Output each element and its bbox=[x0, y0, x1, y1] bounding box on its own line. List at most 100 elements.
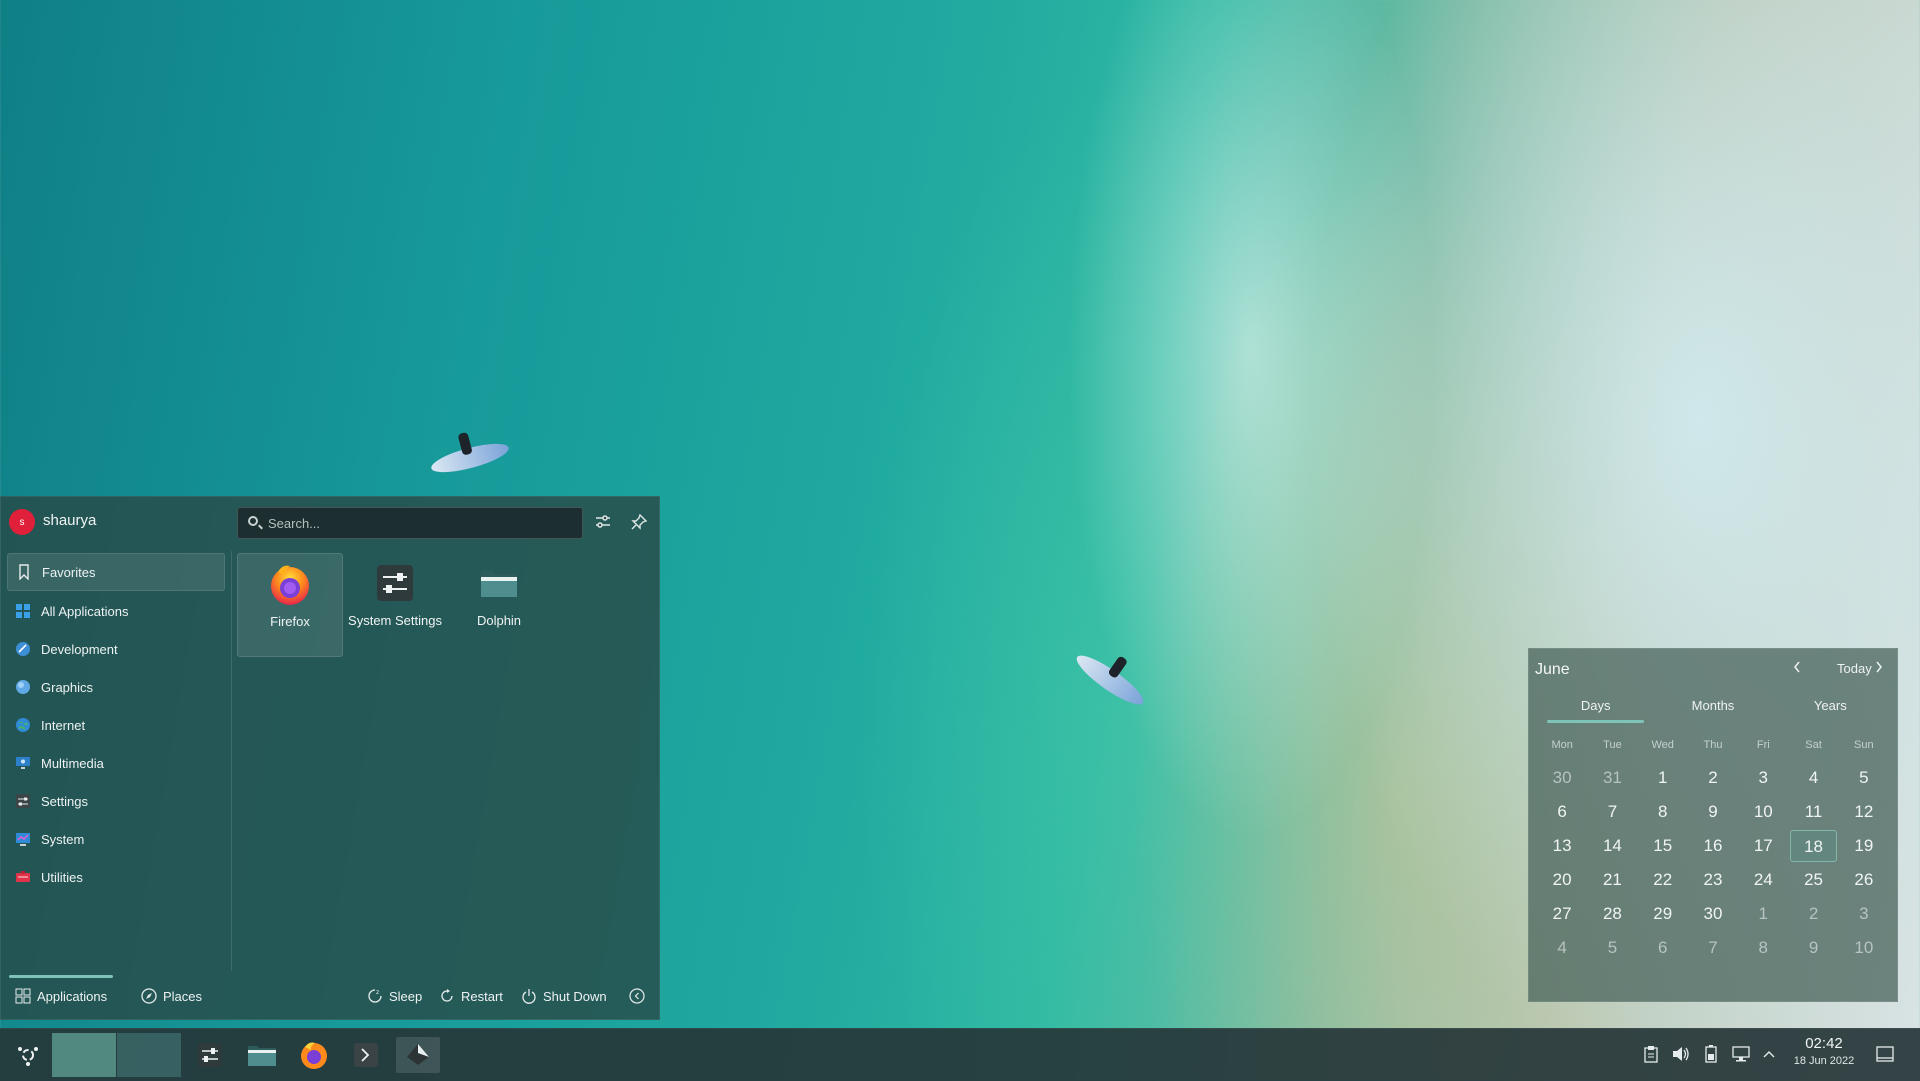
calendar-day[interactable]: 14 bbox=[1589, 830, 1635, 862]
category-settings[interactable]: Settings bbox=[7, 783, 225, 819]
task-dolphin[interactable] bbox=[240, 1037, 284, 1073]
svg-text:z: z bbox=[376, 989, 379, 996]
app-firefox[interactable]: Firefox bbox=[237, 553, 343, 657]
previous-month-button[interactable] bbox=[1791, 659, 1803, 678]
calendar-day[interactable]: 9 bbox=[1690, 796, 1736, 828]
calendar-day[interactable]: 31 bbox=[1589, 762, 1635, 794]
task-system-settings[interactable] bbox=[188, 1037, 232, 1073]
calendar-day[interactable]: 1 bbox=[1740, 898, 1786, 930]
restart-icon bbox=[441, 989, 453, 1002]
weekday-label: Fri bbox=[1756, 739, 1770, 751]
category-development[interactable]: Development bbox=[7, 631, 225, 667]
calendar-day[interactable]: 6 bbox=[1640, 932, 1686, 964]
calendar-day[interactable]: 7 bbox=[1690, 932, 1736, 964]
tray-battery[interactable] bbox=[1700, 1043, 1722, 1065]
calendar-day[interactable]: 9 bbox=[1790, 932, 1836, 964]
calendar-day[interactable]: 25 bbox=[1790, 864, 1836, 896]
volume-icon bbox=[1673, 1047, 1689, 1061]
search-icon bbox=[248, 516, 258, 526]
calendar-day[interactable]: 20 bbox=[1539, 864, 1585, 896]
calendar-day[interactable]: 8 bbox=[1640, 796, 1686, 828]
kde-logo-icon bbox=[18, 1047, 38, 1066]
app-dolphin[interactable]: Dolphin bbox=[447, 553, 551, 655]
calendar-day[interactable]: 13 bbox=[1539, 830, 1585, 862]
calendar-day[interactable]: 11 bbox=[1790, 796, 1836, 828]
calendar-day[interactable]: 4 bbox=[1790, 762, 1836, 794]
calendar-day[interactable]: 2 bbox=[1690, 762, 1736, 794]
calendar-day[interactable]: 28 bbox=[1589, 898, 1635, 930]
calendar-day[interactable]: 30 bbox=[1690, 898, 1736, 930]
task-active-app[interactable] bbox=[396, 1037, 440, 1073]
calendar-day[interactable]: 30 bbox=[1539, 762, 1585, 794]
pin-button[interactable] bbox=[625, 509, 653, 535]
sleep-button[interactable]: z Sleep bbox=[367, 983, 422, 1009]
today-button[interactable]: Today bbox=[1837, 661, 1872, 676]
tab-days[interactable]: Days bbox=[1537, 693, 1654, 723]
application-launcher: s shaurya Favorites Al bbox=[0, 496, 660, 1020]
calendar-day[interactable]: 3 bbox=[1740, 762, 1786, 794]
category-utilities[interactable]: Utilities bbox=[7, 859, 225, 895]
calendar-day[interactable]: 10 bbox=[1740, 796, 1786, 828]
clipboard-icon bbox=[1644, 1046, 1658, 1063]
category-internet[interactable]: Internet bbox=[7, 707, 225, 743]
calendar-day[interactable]: 5 bbox=[1589, 932, 1635, 964]
task-terminal[interactable] bbox=[344, 1037, 388, 1073]
tab-months[interactable]: Months bbox=[1654, 693, 1771, 721]
calendar-day-today[interactable]: 18 bbox=[1790, 830, 1837, 862]
tray-network[interactable] bbox=[1730, 1043, 1752, 1065]
calendar-day[interactable]: 23 bbox=[1690, 864, 1736, 896]
virtual-desktop-1[interactable] bbox=[52, 1033, 116, 1077]
calendar-day[interactable]: 7 bbox=[1589, 796, 1635, 828]
calendar-day[interactable]: 1 bbox=[1640, 762, 1686, 794]
calendar-day[interactable]: 24 bbox=[1740, 864, 1786, 896]
calendar-tabs: Days Months Years bbox=[1537, 693, 1889, 723]
calendar-day[interactable]: 8 bbox=[1740, 932, 1786, 964]
task-firefox[interactable] bbox=[292, 1037, 336, 1073]
calendar-day[interactable]: 2 bbox=[1790, 898, 1836, 930]
launcher-button[interactable] bbox=[6, 1037, 50, 1073]
calendar-popup: June Today Days Months Years Mon Tue Wed Th… bbox=[1528, 648, 1898, 1002]
category-all-applications[interactable]: All Applications bbox=[7, 593, 225, 629]
restart-button[interactable]: Restart bbox=[439, 983, 503, 1009]
leave-more-button[interactable] bbox=[629, 983, 651, 1009]
tray-clipboard[interactable] bbox=[1640, 1043, 1662, 1065]
search-box[interactable] bbox=[237, 507, 583, 539]
calendar-day[interactable]: 15 bbox=[1640, 830, 1686, 862]
category-multimedia[interactable]: Multimedia bbox=[7, 745, 225, 781]
calendar-day[interactable]: 17 bbox=[1740, 830, 1786, 862]
tab-places[interactable]: Places bbox=[141, 983, 202, 1009]
tray-volume[interactable] bbox=[1670, 1043, 1692, 1065]
calendar-day[interactable]: 6 bbox=[1539, 796, 1585, 828]
tab-years[interactable]: Years bbox=[1772, 693, 1889, 721]
taskbar: 02:42 18 Jun 2022 bbox=[0, 1028, 1920, 1081]
tab-applications[interactable]: Applications bbox=[15, 983, 107, 1009]
app-system-settings[interactable]: System Settings bbox=[343, 553, 447, 655]
next-month-button[interactable] bbox=[1873, 659, 1885, 678]
calendar-day[interactable]: 16 bbox=[1690, 830, 1736, 862]
calendar-day[interactable]: 5 bbox=[1841, 762, 1887, 794]
configure-button[interactable] bbox=[589, 509, 617, 535]
battery-icon bbox=[1705, 1045, 1717, 1063]
dolphin-folder-icon bbox=[248, 1046, 276, 1066]
category-favorites[interactable]: Favorites bbox=[7, 553, 225, 591]
calendar-day[interactable]: 4 bbox=[1539, 932, 1585, 964]
category-graphics[interactable]: Graphics bbox=[7, 669, 225, 705]
show-desktop-button[interactable] bbox=[1874, 1043, 1896, 1065]
calendar-day[interactable]: 3 bbox=[1841, 898, 1887, 930]
calendar-day[interactable]: 22 bbox=[1640, 864, 1686, 896]
avatar[interactable]: s bbox=[9, 509, 35, 535]
calendar-day[interactable]: 29 bbox=[1640, 898, 1686, 930]
search-input[interactable] bbox=[266, 508, 570, 538]
category-system[interactable]: System bbox=[7, 821, 225, 857]
chevron-left-circle-icon bbox=[629, 988, 645, 1004]
calendar-day[interactable]: 26 bbox=[1841, 864, 1887, 896]
weekday-header: Mon Tue Wed Thu Fri Sat Sun bbox=[1537, 739, 1889, 751]
calendar-day[interactable]: 27 bbox=[1539, 898, 1585, 930]
calendar-day[interactable]: 19 bbox=[1841, 830, 1887, 862]
calendar-day[interactable]: 10 bbox=[1841, 932, 1887, 964]
calendar-day[interactable]: 21 bbox=[1589, 864, 1635, 896]
calendar-month-title: June bbox=[1535, 661, 1570, 678]
shutdown-button[interactable]: Shut Down bbox=[521, 983, 607, 1009]
calendar-day[interactable]: 12 bbox=[1841, 796, 1887, 828]
virtual-desktop-2[interactable] bbox=[117, 1033, 181, 1077]
